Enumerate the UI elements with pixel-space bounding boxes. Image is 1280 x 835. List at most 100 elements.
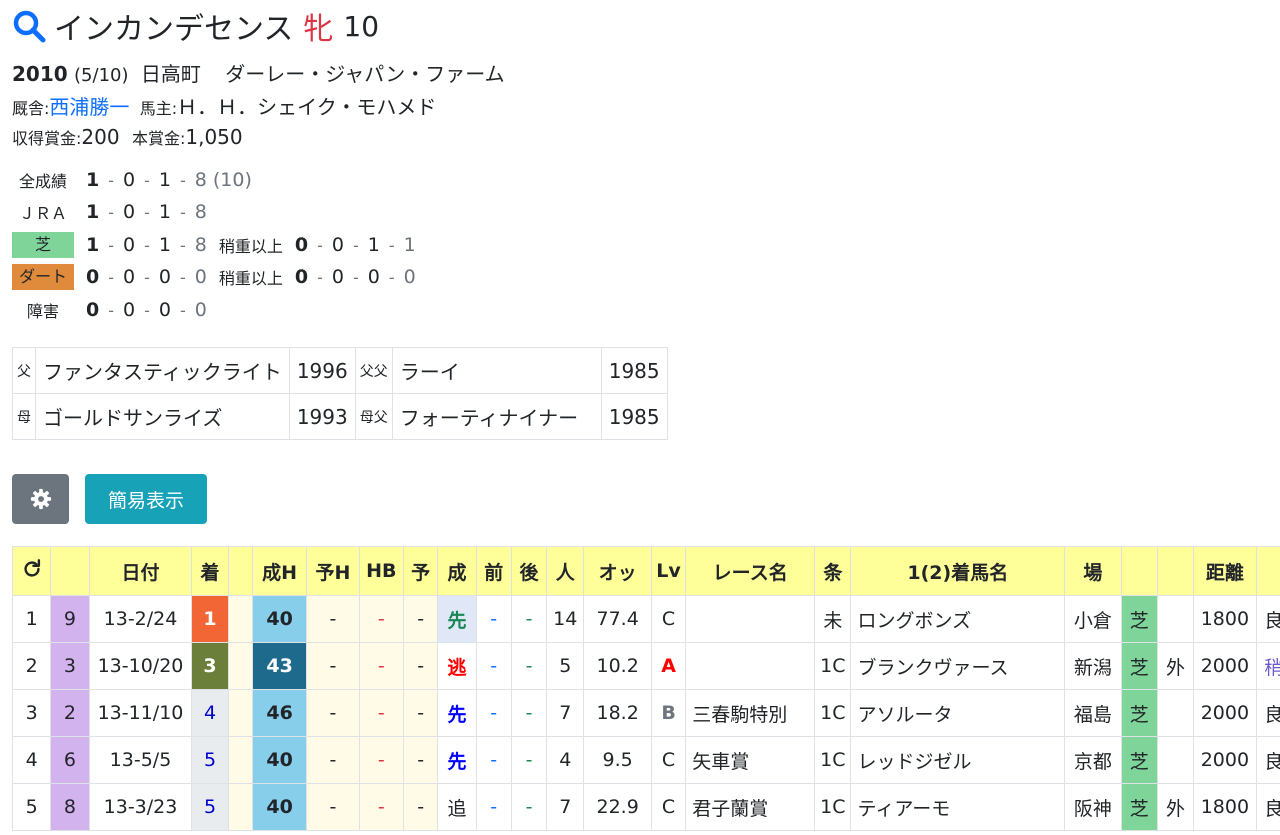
refresh-header[interactable] (11, 546, 52, 596)
row-number: 1 (11, 595, 52, 643)
col-header[interactable] (227, 546, 253, 596)
pedigree-row: 父 ファンタスティックライト 1996 父父 ラーイ 1985 (12, 347, 668, 394)
refresh-icon[interactable] (21, 558, 43, 580)
cond-cell: 1C (814, 689, 852, 737)
front-cell: - (475, 642, 512, 690)
waku-cell: 3 (50, 642, 90, 690)
col-header[interactable]: 成 (437, 546, 477, 596)
col-header[interactable]: 日付 (88, 546, 193, 596)
horse-name: インカンデセンス (54, 12, 294, 47)
ninki-cell: 5 (546, 642, 585, 690)
record-other: 0 (194, 299, 207, 321)
race-name-cell[interactable] (685, 595, 816, 643)
owner: Ｈ．Ｈ．シェイク・モハメド (177, 95, 437, 119)
distance-cell: 2000 (1193, 642, 1257, 690)
race-name-cell[interactable] (685, 642, 816, 690)
ninki-cell: 4 (546, 736, 585, 784)
yoh-cell: - (306, 595, 360, 643)
surface-cell: 芝 (1120, 642, 1158, 690)
seih-cell: 40 (251, 736, 308, 784)
col-header[interactable] (1120, 546, 1158, 596)
winner-cell[interactable]: レッドジゼル (850, 736, 1066, 784)
dam-sire-name: フォーティナイナー (391, 393, 602, 440)
record-3rd: 0 (158, 266, 171, 288)
col-header[interactable]: 着 (191, 546, 229, 596)
sire-year: 1996 (288, 347, 356, 394)
col-header[interactable]: 後 (510, 546, 548, 596)
col-header[interactable]: 距離 (1193, 546, 1257, 596)
birth-info: 2010 (5/10) 日高町 ダーレー・ジャパン・ファーム (12, 58, 505, 87)
course-cell: 外 (1156, 783, 1195, 831)
col-header[interactable]: 成H (251, 546, 308, 596)
record-other: 8 (194, 234, 207, 256)
going-cell: 良 (1255, 595, 1280, 643)
pedigree-table: 父 ファンタスティックライト 1996 父父 ラーイ 1985 母 ゴールドサン… (12, 347, 668, 440)
record-2nd: 0 (123, 201, 136, 223)
course-cell: 外 (1156, 642, 1195, 690)
race-name-cell[interactable]: 三春駒特別 (685, 689, 816, 737)
heavy-other: 1 (403, 234, 416, 256)
style-cell: 先 (437, 595, 477, 643)
col-header[interactable]: 場 (1064, 546, 1122, 596)
winner-cell[interactable]: ブランクヴァース (850, 642, 1066, 690)
owner-label: 馬主: (139, 99, 178, 118)
surface-cell: 芝 (1120, 736, 1158, 784)
simple-view-button[interactable]: 簡易表示 (85, 474, 207, 524)
lv-cell: C (650, 736, 687, 784)
table-row[interactable]: 2 3 13-10/20 3 43 - - - 逃 - - 5 10.2 A 1… (11, 642, 1280, 690)
col-header[interactable] (1255, 546, 1280, 596)
record-2nd: 0 (123, 266, 136, 288)
winner-cell[interactable]: アソルータ (850, 689, 1066, 737)
back-cell: - (510, 689, 548, 737)
col-header[interactable]: HB (358, 546, 405, 596)
winner-cell[interactable]: ロングボンズ (850, 595, 1066, 643)
stable-info: 厩舎:西浦勝一 馬主:Ｈ．Ｈ．シェイク・モハメド (12, 91, 436, 120)
race-name-cell[interactable]: 矢車賞 (685, 736, 816, 784)
track-cell: 小倉 (1064, 595, 1122, 643)
col-header[interactable]: レース名 (685, 546, 816, 596)
settings-button[interactable] (12, 474, 69, 524)
record-1st: 1 (86, 234, 100, 256)
record-other: 8 (194, 169, 207, 191)
trainer-link[interactable]: 西浦勝一 (49, 95, 129, 119)
back-cell: - (510, 642, 548, 690)
dirt-badge: ダート (12, 264, 74, 290)
record-3rd: 0 (158, 299, 171, 321)
heavy-label: 稍重以上 (218, 237, 283, 256)
track-cell: 阪神 (1064, 783, 1122, 831)
back-cell: - (510, 595, 548, 643)
hb-cell: - (358, 736, 405, 784)
col-header[interactable]: 1(2)着馬名 (850, 546, 1066, 596)
odds-cell: 77.4 (583, 595, 652, 643)
col-header[interactable]: 予H (306, 546, 360, 596)
main-label: 本賞金: (131, 129, 186, 148)
birth-date: (5/10) (74, 65, 129, 86)
col-header[interactable]: 前 (475, 546, 512, 596)
record-total: (10) (212, 169, 252, 191)
table-row[interactable]: 3 2 13-11/10 4 46 - - - 先 - - 7 18.2 B 三… (11, 689, 1280, 737)
table-row[interactable]: 1 9 13-2/24 1 40 - - - 先 - - 14 77.4 C 未… (11, 595, 1280, 643)
waku-cell: 6 (50, 736, 90, 784)
cond-cell: 1C (814, 783, 852, 831)
col-header[interactable]: 条 (814, 546, 852, 596)
odds-cell: 18.2 (583, 689, 652, 737)
col-header[interactable]: オッ (583, 546, 652, 596)
winner-cell[interactable]: ティアーモ (850, 783, 1066, 831)
distance-cell: 2000 (1193, 689, 1257, 737)
hb-cell: - (358, 595, 405, 643)
col-header[interactable]: 人 (546, 546, 585, 596)
table-row[interactable]: 4 6 13-5/5 5 40 - - - 先 - - 4 9.5 C 矢車賞 … (11, 736, 1280, 784)
col-header[interactable]: 予 (403, 546, 439, 596)
seih-cell: 46 (251, 689, 308, 737)
table-row[interactable]: 5 8 13-3/23 5 40 - - - 追 - - 7 22.9 C 君子… (11, 783, 1280, 831)
race-name-cell[interactable]: 君子蘭賞 (685, 783, 816, 831)
col-header[interactable] (1156, 546, 1195, 596)
col-header[interactable]: Lv (650, 546, 687, 596)
lv-cell: C (650, 783, 687, 831)
odds-cell: 22.9 (583, 783, 652, 831)
search-icon[interactable] (12, 9, 46, 43)
col-header[interactable] (50, 546, 90, 596)
birth-year: 2010 (12, 62, 68, 86)
going-cell: 良 (1255, 689, 1280, 737)
earned-prize: 200 (81, 125, 120, 149)
